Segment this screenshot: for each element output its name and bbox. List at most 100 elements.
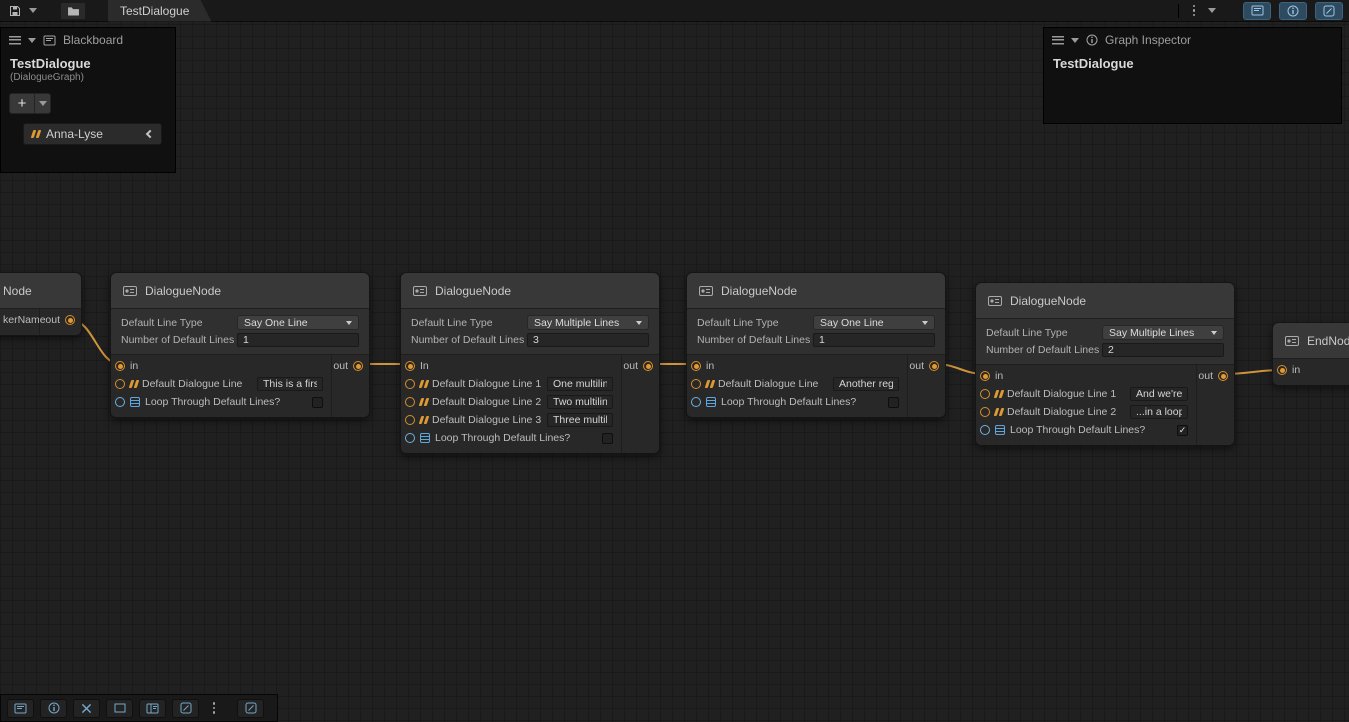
loop-icon bbox=[130, 397, 140, 407]
graph-inspector-panel: Graph Inspector TestDialogue bbox=[1043, 27, 1342, 124]
quote-icon bbox=[706, 380, 713, 388]
input-port[interactable] bbox=[980, 371, 990, 381]
line-text-input[interactable]: Another regu bbox=[833, 377, 899, 391]
line-port[interactable] bbox=[115, 379, 125, 389]
quote-icon bbox=[420, 380, 427, 388]
blackboard-property-anna-lyse[interactable]: Anna-Lyse bbox=[23, 123, 162, 145]
loop-port[interactable] bbox=[405, 433, 415, 443]
panel-menu-icon[interactable] bbox=[1052, 36, 1064, 45]
collapse-arrow-icon[interactable] bbox=[1071, 38, 1079, 43]
output-port[interactable] bbox=[643, 361, 653, 371]
line-type-dropdown[interactable]: Say One Line bbox=[813, 315, 935, 330]
add-property-button[interactable]: + bbox=[9, 93, 35, 114]
graph-inspector-toggle-button[interactable] bbox=[1279, 2, 1307, 20]
dialogue-node-2[interactable]: DialogueNode Default Line Type Say Multi… bbox=[400, 272, 660, 454]
info-icon bbox=[48, 702, 60, 714]
tools-button[interactable] bbox=[73, 699, 100, 718]
more-icon bbox=[213, 702, 216, 714]
out-port-label: out bbox=[1198, 370, 1213, 382]
line-port[interactable] bbox=[405, 415, 415, 425]
line-type-dropdown[interactable]: Say One Line bbox=[237, 315, 359, 330]
line-port[interactable] bbox=[980, 407, 990, 417]
line-count-input[interactable]: 1 bbox=[237, 333, 359, 347]
line-text-input[interactable]: Two multiline bbox=[547, 395, 613, 409]
input-port[interactable] bbox=[1277, 365, 1287, 375]
speaker-quote-icon bbox=[32, 130, 39, 138]
output-port[interactable] bbox=[65, 315, 75, 325]
loop-port[interactable] bbox=[691, 397, 701, 407]
line-text-input[interactable]: One multiline bbox=[547, 377, 613, 391]
minimap-toggle-button[interactable] bbox=[1315, 2, 1343, 20]
dialogue-node-4[interactable]: DialogueNode Default Line Type Say Multi… bbox=[975, 282, 1235, 446]
node-title-label: DialogueNode bbox=[145, 284, 221, 298]
dialogue-node-1[interactable]: DialogueNode Default Line Type Say One L… bbox=[110, 272, 370, 418]
loop-label: Loop Through Default Lines? bbox=[145, 396, 280, 408]
loop-port[interactable] bbox=[115, 397, 125, 407]
line-port[interactable] bbox=[980, 389, 990, 399]
line-port[interactable] bbox=[405, 397, 415, 407]
save-button[interactable] bbox=[6, 2, 24, 20]
panels-button[interactable] bbox=[139, 699, 166, 718]
line-port[interactable] bbox=[405, 379, 415, 389]
graph-tab[interactable]: TestDialogue bbox=[108, 0, 211, 22]
collapse-arrow-icon[interactable] bbox=[28, 38, 36, 43]
output-port[interactable] bbox=[1218, 371, 1228, 381]
console-button[interactable] bbox=[172, 699, 199, 718]
output-port[interactable] bbox=[929, 361, 939, 371]
minimap-icon bbox=[1323, 5, 1335, 17]
input-port[interactable] bbox=[691, 361, 701, 371]
chevron-down-icon bbox=[922, 321, 928, 325]
add-property-dropdown[interactable] bbox=[35, 93, 51, 114]
save-icon bbox=[9, 5, 21, 17]
quote-icon bbox=[420, 416, 427, 424]
save-dropdown-button[interactable] bbox=[24, 2, 42, 20]
open-asset-button[interactable] bbox=[60, 2, 86, 20]
node-title-label: EndNode bbox=[1307, 334, 1349, 348]
toolbar-more-dropdown[interactable] bbox=[1203, 2, 1221, 20]
line-count-input[interactable]: 2 bbox=[1102, 343, 1224, 357]
out-port-label: out bbox=[333, 360, 348, 372]
slash-box-icon bbox=[180, 702, 192, 714]
speaker-node[interactable]: Node kerName out bbox=[0, 272, 82, 336]
input-port[interactable] bbox=[405, 361, 415, 371]
toolbar-more-button[interactable] bbox=[1185, 2, 1203, 20]
chevron-left-icon[interactable] bbox=[146, 130, 154, 138]
input-port[interactable] bbox=[115, 361, 125, 371]
line-count-input[interactable]: 1 bbox=[813, 333, 935, 347]
line-count-input[interactable]: 3 bbox=[527, 333, 649, 347]
loop-checkbox[interactable] bbox=[888, 397, 899, 408]
output-port[interactable] bbox=[353, 361, 363, 371]
line-port[interactable] bbox=[691, 379, 701, 389]
field-label: Number of Default Lines bbox=[411, 334, 527, 346]
frame-icon bbox=[114, 703, 126, 713]
inspector-button[interactable] bbox=[40, 699, 67, 718]
end-node[interactable]: EndNode in bbox=[1272, 322, 1349, 386]
loop-port[interactable] bbox=[980, 425, 990, 435]
loop-checkbox[interactable] bbox=[312, 397, 323, 408]
fullscreen-button[interactable] bbox=[237, 699, 264, 718]
bottom-toolbar bbox=[0, 694, 278, 722]
out-port-label: out bbox=[45, 314, 60, 326]
end-node-icon bbox=[1285, 335, 1299, 347]
blackboard-button[interactable] bbox=[7, 699, 34, 718]
blackboard-toggle-button[interactable] bbox=[1243, 2, 1271, 20]
panel-menu-icon[interactable] bbox=[9, 36, 21, 45]
line-text-input[interactable]: This is a first bbox=[257, 377, 323, 391]
field-label: Default Line Type bbox=[121, 317, 237, 329]
loop-icon bbox=[706, 397, 716, 407]
line-text-input[interactable]: ...in a loop bbox=[1130, 405, 1188, 419]
line-type-dropdown[interactable]: Say Multiple Lines bbox=[527, 315, 649, 330]
chevron-down-icon bbox=[1208, 8, 1216, 13]
line-text-input[interactable]: And we're... bbox=[1130, 387, 1188, 401]
frame-button[interactable] bbox=[106, 699, 133, 718]
dialogue-node-3[interactable]: DialogueNode Default Line Type Say One L… bbox=[686, 272, 946, 418]
bottom-more-button[interactable] bbox=[205, 699, 223, 718]
inspector-header-label: Graph Inspector bbox=[1105, 33, 1191, 47]
chevron-down-icon bbox=[636, 321, 642, 325]
line-type-dropdown[interactable]: Say Multiple Lines bbox=[1102, 325, 1224, 340]
blackboard-header-label: Blackboard bbox=[63, 33, 123, 47]
loop-checkbox[interactable]: ✓ bbox=[1177, 425, 1188, 436]
line-text-input[interactable]: Three multili bbox=[547, 413, 613, 427]
line-label: Default Dialogue Line bbox=[142, 378, 242, 390]
loop-checkbox[interactable] bbox=[602, 433, 613, 444]
